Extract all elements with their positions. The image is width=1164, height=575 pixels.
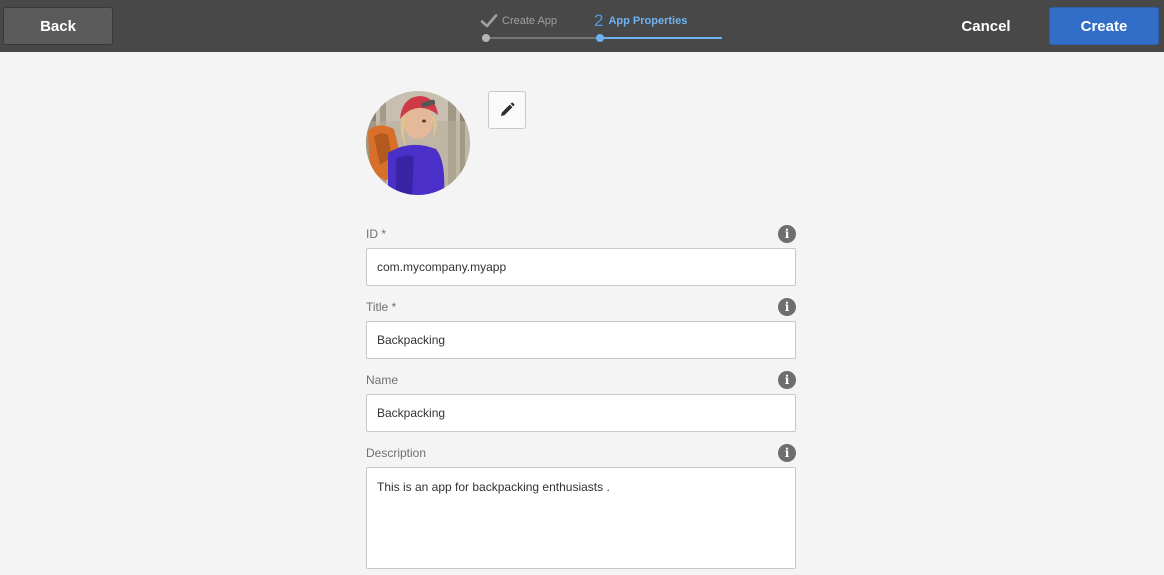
step-app-properties-label: App Properties <box>608 15 688 27</box>
avatar <box>366 91 470 195</box>
name-label: Name <box>366 373 399 387</box>
description-info-icon[interactable]: i <box>778 444 796 462</box>
step-create-app[interactable]: Create App <box>480 12 557 30</box>
top-bar: Back Create App 2 App Properties Cancel … <box>0 0 1164 52</box>
edit-avatar-button[interactable] <box>488 91 526 129</box>
back-button[interactable]: Back <box>3 7 113 45</box>
step-create-app-label: Create App <box>502 15 558 27</box>
create-button[interactable]: Create <box>1049 7 1159 45</box>
pencil-icon <box>501 102 515 116</box>
description-label: Description <box>366 446 427 460</box>
step-1-dot <box>482 34 490 42</box>
name-info-icon[interactable]: i <box>778 371 796 389</box>
step-number: 2 <box>594 11 604 30</box>
description-field[interactable]: This is an app for backpacking enthusias… <box>366 467 796 569</box>
checkmark-icon <box>480 14 498 28</box>
step-track-active <box>600 37 722 39</box>
id-field[interactable] <box>366 248 796 286</box>
wizard-steps: Create App 2 App Properties <box>470 0 740 52</box>
name-field[interactable] <box>366 394 796 432</box>
avatar-image <box>366 91 470 195</box>
step-app-properties[interactable]: 2 App Properties <box>594 11 687 31</box>
cancel-button[interactable]: Cancel <box>944 7 1028 45</box>
id-label: ID * <box>366 227 387 241</box>
title-info-icon[interactable]: i <box>778 298 796 316</box>
title-field[interactable] <box>366 321 796 359</box>
id-info-icon[interactable]: i <box>778 225 796 243</box>
step-2-dot <box>596 34 604 42</box>
title-label: Title * <box>366 300 397 314</box>
